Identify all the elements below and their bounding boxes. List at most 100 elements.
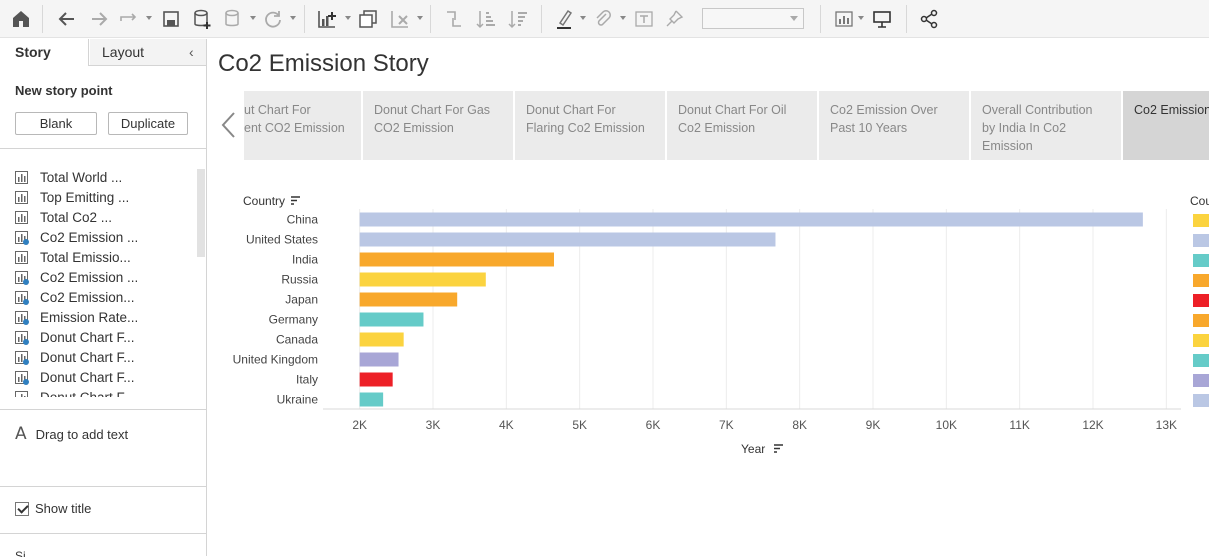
swap-icon[interactable]	[442, 7, 466, 31]
home-icon[interactable]	[9, 7, 33, 31]
y-axis-title[interactable]: Country	[243, 194, 285, 208]
bar[interactable]	[359, 372, 393, 387]
undo-icon[interactable]	[55, 7, 79, 31]
toolbar-separator	[304, 5, 305, 33]
highlight-icon[interactable]	[553, 7, 577, 31]
presentation-icon[interactable]	[870, 7, 894, 31]
bar[interactable]	[359, 252, 554, 267]
toolbar-separator	[906, 5, 907, 33]
story-point-caption: ut Chart For	[244, 103, 311, 117]
sheet-item[interactable]: Top Emitting ...	[15, 188, 195, 208]
sheet-item[interactable]: Emission Rate...	[15, 308, 195, 328]
tab-story[interactable]: Story	[0, 39, 89, 66]
sheet-item[interactable]: Donut Chart F...	[15, 368, 195, 388]
story-point-tab[interactable]: Co2 Emission Over Past 10 Years	[819, 91, 969, 160]
bar[interactable]	[359, 312, 424, 327]
legend-swatch[interactable]	[1193, 394, 1209, 407]
x-tick-label: 4K	[499, 418, 514, 432]
duplicate-button[interactable]: Duplicate	[108, 112, 188, 135]
share-icon[interactable]	[917, 7, 941, 31]
x-tick-label: 2K	[352, 418, 367, 432]
new-datasource-icon[interactable]	[190, 7, 214, 31]
sheet-item-label: Donut Chart F...	[40, 390, 135, 397]
bar[interactable]	[359, 232, 776, 247]
blank-button[interactable]: Blank	[15, 112, 97, 135]
redo-icon[interactable]	[87, 7, 111, 31]
chevron-down-icon[interactable]	[620, 16, 626, 20]
worksheet-used-icon	[15, 371, 29, 385]
bar[interactable]	[359, 392, 384, 407]
sheet-item[interactable]: Donut Chart F...	[15, 328, 195, 348]
story-point-tab[interactable]: Co2 Emission	[1123, 91, 1209, 160]
label-icon[interactable]	[632, 7, 656, 31]
sheet-item[interactable]: Donut Chart F...	[15, 388, 195, 397]
category-label: Canada	[276, 333, 318, 347]
sheet-list-scrollbar[interactable]	[197, 169, 205, 257]
legend-swatch[interactable]	[1193, 254, 1209, 267]
clear-icon[interactable]	[388, 7, 412, 31]
divider	[0, 148, 206, 149]
datasource-pause-icon[interactable]	[221, 7, 245, 31]
sheet-item[interactable]: Total Co2 ...	[15, 208, 195, 228]
legend-swatch[interactable]	[1193, 274, 1209, 287]
chevron-down-icon[interactable]	[250, 16, 256, 20]
story-point-caption: Flaring Co2 Emission	[526, 121, 645, 135]
replay-icon[interactable]	[117, 7, 141, 31]
legend-swatch[interactable]	[1193, 294, 1209, 307]
sheet-item-label: Donut Chart F...	[40, 330, 135, 345]
story-point-tab[interactable]: Donut Chart For Gas CO2 Emission	[363, 91, 513, 160]
bar[interactable]	[359, 292, 458, 307]
chevron-down-icon[interactable]	[580, 16, 586, 20]
story-point-tab[interactable]: Donut Chart For Flaring Co2 Emission	[515, 91, 665, 160]
sheet-item[interactable]: Co2 Emission ...	[15, 228, 195, 248]
sheet-item-label: Emission Rate...	[40, 310, 139, 325]
refresh-icon[interactable]	[261, 7, 285, 31]
legend-swatch[interactable]	[1193, 234, 1209, 247]
bar[interactable]	[359, 352, 399, 367]
bar[interactable]	[359, 272, 486, 287]
bar[interactable]	[359, 332, 404, 347]
sheet-item[interactable]: Co2 Emission ...	[15, 268, 195, 288]
group-icon[interactable]	[591, 7, 615, 31]
sheet-item[interactable]: Total Emissio...	[15, 248, 195, 268]
chevron-down-icon[interactable]	[146, 16, 152, 20]
show-title-checkbox[interactable]: Show title	[15, 501, 91, 516]
sort-icon[interactable]	[291, 196, 300, 205]
story-nav-previous[interactable]	[214, 91, 244, 160]
sort-descending-icon[interactable]	[506, 7, 530, 31]
worksheet-icon	[15, 191, 28, 204]
sheet-item[interactable]: Co2 Emission...	[15, 288, 195, 308]
new-worksheet-icon[interactable]	[315, 7, 339, 31]
legend-swatch[interactable]	[1193, 354, 1209, 367]
x-tick-label: 13K	[1156, 418, 1177, 432]
duplicate-icon[interactable]	[356, 7, 380, 31]
sort-icon[interactable]	[774, 444, 783, 453]
chevron-down-icon[interactable]	[345, 16, 351, 20]
story-point-tab[interactable]: ut Chart For ent CO2 Emission	[244, 91, 361, 160]
x-axis-title[interactable]: Year	[741, 442, 765, 456]
collapse-panel-icon[interactable]: ‹	[189, 44, 194, 60]
show-title-label: Show title	[35, 501, 92, 516]
category-label: India	[292, 253, 318, 267]
story-point-caption: Co2 Emission	[678, 121, 756, 135]
legend-swatch[interactable]	[1193, 334, 1209, 347]
chevron-down-icon[interactable]	[290, 16, 296, 20]
fit-select[interactable]	[702, 8, 804, 29]
sheet-item[interactable]: Donut Chart F...	[15, 348, 195, 368]
chevron-down-icon[interactable]	[858, 16, 864, 20]
drag-to-add-text[interactable]: A Drag to add text	[15, 424, 128, 444]
legend-swatch[interactable]	[1193, 374, 1209, 387]
sheet-item[interactable]: Total World ...	[15, 168, 195, 188]
sort-ascending-icon[interactable]	[474, 7, 498, 31]
chevron-down-icon[interactable]	[417, 16, 423, 20]
show-me-icon[interactable]	[832, 7, 856, 31]
story-point-tab[interactable]: Overall Contribution by India In Co2 Emiss…	[971, 91, 1121, 160]
bar[interactable]	[359, 212, 1143, 227]
checkbox-checked-icon[interactable]	[15, 502, 29, 516]
story-point-tab[interactable]: Donut Chart For Oil Co2 Emission	[667, 91, 817, 160]
legend-swatch[interactable]	[1193, 314, 1209, 327]
save-icon[interactable]	[159, 7, 183, 31]
drag-text-label: Drag to add text	[35, 427, 129, 442]
legend-swatch[interactable]	[1193, 214, 1209, 227]
pin-icon[interactable]	[662, 7, 686, 31]
